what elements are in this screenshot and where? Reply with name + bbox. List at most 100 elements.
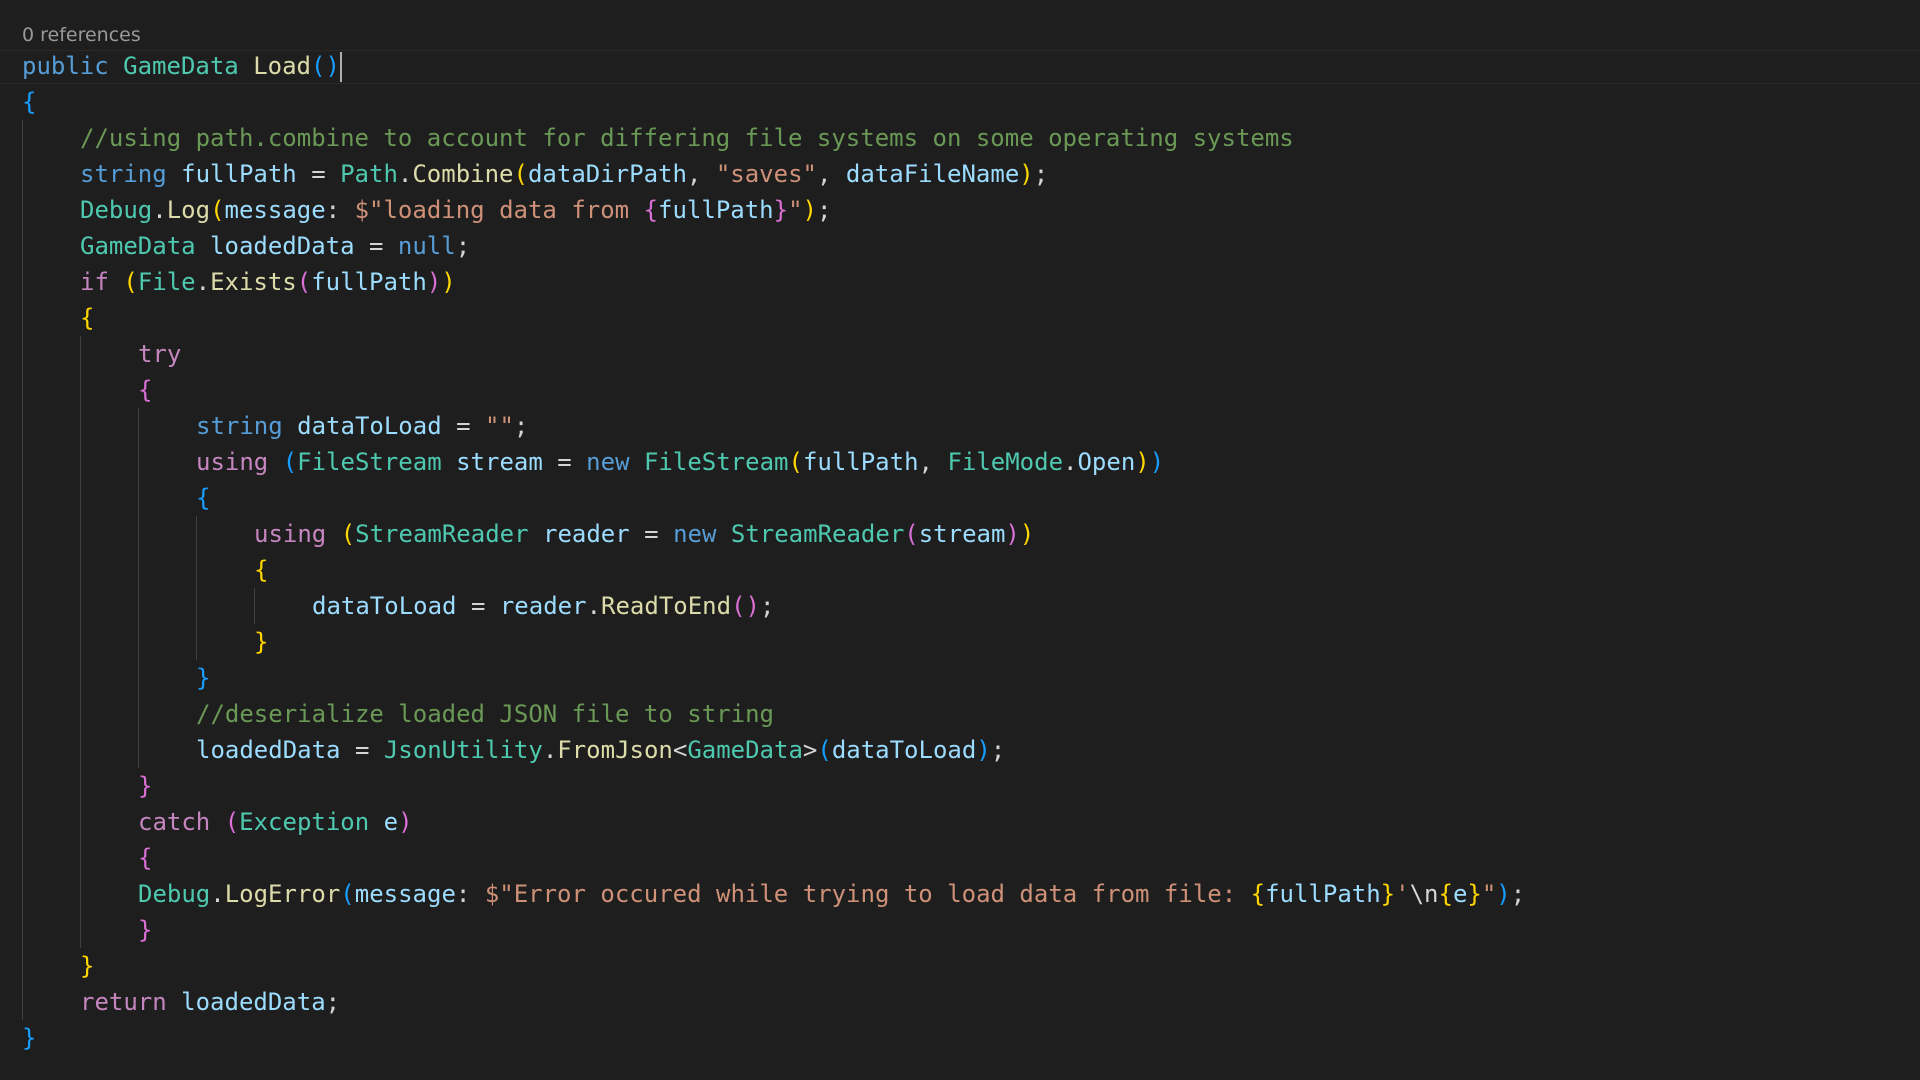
line-code: } [22, 628, 268, 656]
code-token: ) [398, 808, 413, 836]
code-line[interactable]: { [22, 372, 1525, 408]
line-code: //deserialize loaded JSON file to string [22, 700, 774, 728]
code-line[interactable]: public GameData Load() [22, 48, 1525, 84]
indent-guide [138, 408, 139, 768]
code-line[interactable]: Debug.Log(message: $"loading data from {… [22, 192, 1525, 228]
code-token: reader [543, 520, 630, 548]
code-token: ( [210, 196, 225, 224]
code-token: $"loading data from [354, 196, 644, 224]
code-token: { [138, 844, 153, 872]
code-token: loadedData [196, 736, 341, 764]
code-line[interactable]: //deserialize loaded JSON file to string [22, 696, 1525, 732]
code-line[interactable]: { [22, 300, 1525, 336]
code-token: : [455, 880, 485, 908]
code-token: FileStream [297, 448, 442, 476]
code-token: catch [138, 808, 211, 836]
code-line[interactable]: using (StreamReader reader = new StreamR… [22, 516, 1525, 552]
code-lines[interactable]: public GameData Load(){//using path.comb… [22, 48, 1525, 1056]
code-token: loadedData [181, 988, 326, 1016]
code-token: = [542, 448, 587, 476]
code-line[interactable]: string fullPath = Path.Combine(dataDirPa… [22, 156, 1525, 192]
code-token: ( [904, 520, 919, 548]
code-token: fullPath [1265, 880, 1381, 908]
code-token: } [1380, 880, 1396, 908]
code-token: " [788, 196, 803, 224]
line-code: //using path.combine to account for diff… [22, 124, 1294, 152]
line-code: } [22, 916, 152, 944]
code-line[interactable]: { [22, 84, 1525, 120]
indent-guide [196, 516, 197, 660]
code-token: } [138, 772, 153, 800]
code-line[interactable]: GameData loadedData = null; [22, 228, 1525, 264]
indent-guide [80, 336, 81, 948]
code-token: ) [441, 268, 456, 296]
code-token: GameData [687, 736, 803, 764]
code-line[interactable]: { [22, 840, 1525, 876]
code-token: ) [802, 196, 817, 224]
code-token: "saves" [715, 160, 817, 188]
line-code: { [22, 376, 152, 404]
code-line[interactable]: } [22, 948, 1525, 984]
code-token: dataToLoad [297, 412, 442, 440]
code-token: StreamReader [730, 520, 905, 548]
code-token: < [672, 736, 688, 764]
code-line[interactable]: try [22, 336, 1525, 372]
code-token: { [1250, 880, 1266, 908]
code-token: FileStream [643, 448, 789, 476]
code-token: "" [485, 412, 514, 440]
code-token: Path [340, 160, 398, 188]
code-token: ( [282, 448, 298, 476]
code-token: fullPath [658, 196, 774, 224]
code-token: reader [499, 592, 587, 620]
code-token: } [773, 196, 789, 224]
code-token: GameData [80, 232, 196, 260]
code-token: JsonUtility [383, 736, 543, 764]
code-token: fullPath [181, 160, 297, 188]
code-line[interactable]: string dataToLoad = ""; [22, 408, 1525, 444]
code-line[interactable]: catch (Exception e) [22, 804, 1525, 840]
code-token: ; [513, 412, 529, 440]
code-line[interactable]: return loadedData; [22, 984, 1525, 1020]
code-token: . [210, 880, 225, 908]
code-line[interactable]: loadedData = JsonUtility.FromJson<GameDa… [22, 732, 1525, 768]
code-line[interactable]: { [22, 480, 1525, 516]
code-line[interactable]: { [22, 552, 1525, 588]
code-line[interactable]: } [22, 624, 1525, 660]
line-code: return loadedData; [22, 988, 340, 1016]
code-token: . [397, 160, 413, 188]
code-line[interactable]: //using path.combine to account for diff… [22, 120, 1525, 156]
code-token: Load [253, 52, 311, 80]
codelens-references[interactable]: 0 references [22, 20, 141, 50]
code-token: ) [1149, 448, 1165, 476]
code-editor[interactable]: 0 references public GameData Load(){//us… [0, 0, 1920, 1080]
code-line[interactable]: dataToLoad = reader.ReadToEnd(); [22, 588, 1525, 624]
code-token: ( [817, 736, 832, 764]
code-token: GameData [123, 52, 239, 80]
code-token: LogError [224, 880, 341, 908]
line-code: loadedData = JsonUtility.FromJson<GameDa… [22, 736, 1005, 764]
code-line[interactable]: if (File.Exists(fullPath)) [22, 264, 1525, 300]
code-line[interactable]: } [22, 912, 1525, 948]
code-line[interactable]: } [22, 768, 1525, 804]
code-token: { [138, 376, 153, 404]
code-token: ; [455, 232, 471, 260]
code-token: ) [1496, 880, 1511, 908]
code-line[interactable]: } [22, 1020, 1525, 1056]
code-line[interactable]: Debug.LogError(message: $"Error occured … [22, 876, 1525, 912]
code-token: = [340, 736, 384, 764]
code-line[interactable]: using (FileStream stream = new FileStrea… [22, 444, 1525, 480]
code-line[interactable]: } [22, 660, 1525, 696]
code-token: ) [1005, 520, 1020, 548]
code-token: . [542, 736, 558, 764]
line-code: using (FileStream stream = new FileStrea… [22, 448, 1164, 476]
line-code: using (StreamReader reader = new StreamR… [22, 520, 1034, 548]
line-code: Debug.Log(message: $"loading data from {… [22, 196, 831, 224]
